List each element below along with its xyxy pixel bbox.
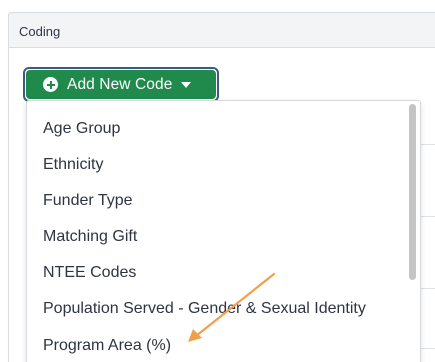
menu-item-ntee-codes[interactable]: NTEE Codes	[43, 255, 403, 291]
caret-down-icon	[181, 81, 192, 88]
panel-border	[8, 48, 9, 362]
menu-item-program-area[interactable]: Program Area (%)	[43, 328, 403, 362]
menu-item-funder-type[interactable]: Funder Type	[43, 183, 403, 219]
add-new-code-button[interactable]: Add New Code	[26, 70, 216, 99]
menu-item-population-served[interactable]: Population Served - Gender & Sexual Iden…	[43, 291, 403, 327]
menu-item-ethnicity[interactable]: Ethnicity	[43, 147, 403, 183]
menu-scrollbar-thumb[interactable]	[409, 104, 416, 280]
panel-title: Coding	[19, 24, 61, 39]
add-code-dropdown-menu: Age Group Ethnicity Funder Type Matching…	[26, 100, 421, 362]
panel-header: Coding	[8, 12, 435, 48]
menu-item-matching-gift[interactable]: Matching Gift	[43, 219, 403, 255]
plus-circle-icon	[43, 77, 58, 92]
menu-item-age-group[interactable]: Age Group	[43, 111, 403, 147]
add-new-code-label: Add New Code	[67, 75, 173, 93]
coding-page: Coding Add New Code Age Group Ethnicity …	[0, 0, 435, 362]
